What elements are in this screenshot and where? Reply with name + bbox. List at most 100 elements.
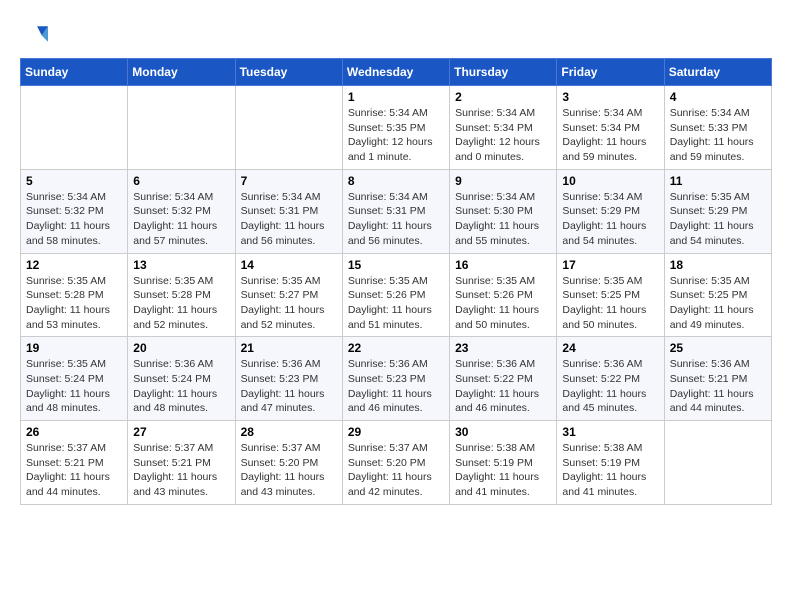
day-detail: Sunrise: 5:34 AM Sunset: 5:33 PM Dayligh… [670, 106, 766, 165]
day-number: 14 [241, 258, 337, 272]
calendar-cell [664, 421, 771, 505]
day-detail: Sunrise: 5:37 AM Sunset: 5:20 PM Dayligh… [241, 441, 337, 500]
calendar-cell: 22 Sunrise: 5:36 AM Sunset: 5:23 PM Dayli… [342, 337, 449, 421]
day-number: 28 [241, 425, 337, 439]
day-detail: Sunrise: 5:34 AM Sunset: 5:31 PM Dayligh… [241, 190, 337, 249]
calendar-cell: 21Sunrise: 5:36 AM Sunset: 5:23 PM Dayli… [235, 337, 342, 421]
day-number: 1 [348, 90, 444, 104]
day-number: 20 [133, 341, 229, 355]
day-number: 23 [455, 341, 551, 355]
day-number: 8 [348, 174, 444, 188]
day-detail: Sunrise: 5:34 AM Sunset: 5:31 PM Dayligh… [348, 190, 444, 249]
calendar-header-wednesday: Wednesday [342, 59, 449, 86]
day-number: 13 [133, 258, 229, 272]
day-number: 19 [26, 341, 122, 355]
day-number: 15 [348, 258, 444, 272]
calendar-header-thursday: Thursday [450, 59, 557, 86]
day-detail: Sunrise: 5:34 AM Sunset: 5:34 PM Dayligh… [562, 106, 658, 165]
calendar-cell: 25 Sunrise: 5:36 AM Sunset: 5:21 PM Dayli… [664, 337, 771, 421]
calendar-header-friday: Friday [557, 59, 664, 86]
day-number: 29 [348, 425, 444, 439]
day-detail: Sunrise: 5:36 AM Sunset: 5:21 PM Dayligh… [670, 357, 766, 416]
calendar-cell: 15Sunrise: 5:35 AM Sunset: 5:26 PM Dayli… [342, 253, 449, 337]
calendar-cell: 31 Sunrise: 5:38 AM Sunset: 5:19 PM Dayli… [557, 421, 664, 505]
calendar-cell: 1 Sunrise: 5:34 AM Sunset: 5:35 PM Daylig… [342, 86, 449, 170]
calendar-cell: 20 Sunrise: 5:36 AM Sunset: 5:24 PM Dayli… [128, 337, 235, 421]
day-detail: Sunrise: 5:38 AM Sunset: 5:19 PM Dayligh… [562, 441, 658, 500]
day-detail: Sunrise: 5:37 AM Sunset: 5:21 PM Dayligh… [133, 441, 229, 500]
day-detail: Sunrise: 5:35 AM Sunset: 5:26 PM Dayligh… [455, 274, 551, 333]
calendar-cell: 24 Sunrise: 5:36 AM Sunset: 5:22 PM Dayli… [557, 337, 664, 421]
calendar-week-row: 19Sunrise: 5:35 AM Sunset: 5:24 PM Dayli… [21, 337, 772, 421]
day-detail: Sunrise: 5:34 AM Sunset: 5:29 PM Dayligh… [562, 190, 658, 249]
day-detail: Sunrise: 5:36 AM Sunset: 5:23 PM Dayligh… [241, 357, 337, 416]
calendar-cell [21, 86, 128, 170]
day-number: 10 [562, 174, 658, 188]
calendar-cell: 10 Sunrise: 5:34 AM Sunset: 5:29 PM Dayli… [557, 169, 664, 253]
day-number: 27 [133, 425, 229, 439]
day-number: 16 [455, 258, 551, 272]
calendar-cell: 18 Sunrise: 5:35 AM Sunset: 5:25 PM Dayli… [664, 253, 771, 337]
day-detail: Sunrise: 5:38 AM Sunset: 5:19 PM Dayligh… [455, 441, 551, 500]
day-number: 3 [562, 90, 658, 104]
day-detail: Sunrise: 5:34 AM Sunset: 5:32 PM Dayligh… [133, 190, 229, 249]
calendar-cell: 29 Sunrise: 5:37 AM Sunset: 5:20 PM Dayli… [342, 421, 449, 505]
day-detail: Sunrise: 5:34 AM Sunset: 5:30 PM Dayligh… [455, 190, 551, 249]
day-detail: Sunrise: 5:34 AM Sunset: 5:32 PM Dayligh… [26, 190, 122, 249]
logo [20, 20, 54, 48]
day-number: 31 [562, 425, 658, 439]
day-number: 24 [562, 341, 658, 355]
day-detail: Sunrise: 5:35 AM Sunset: 5:25 PM Dayligh… [670, 274, 766, 333]
calendar-header-tuesday: Tuesday [235, 59, 342, 86]
calendar-cell: 3 Sunrise: 5:34 AM Sunset: 5:34 PM Daylig… [557, 86, 664, 170]
calendar-week-row: 1 Sunrise: 5:34 AM Sunset: 5:35 PM Daylig… [21, 86, 772, 170]
day-detail: Sunrise: 5:35 AM Sunset: 5:25 PM Dayligh… [562, 274, 658, 333]
calendar-week-row: 5Sunrise: 5:34 AM Sunset: 5:32 PM Daylig… [21, 169, 772, 253]
calendar-header-row: SundayMondayTuesdayWednesdayThursdayFrid… [21, 59, 772, 86]
logo-icon [20, 20, 48, 48]
calendar-cell: 17 Sunrise: 5:35 AM Sunset: 5:25 PM Dayli… [557, 253, 664, 337]
day-detail: Sunrise: 5:34 AM Sunset: 5:34 PM Dayligh… [455, 106, 551, 165]
calendar-cell: 14 Sunrise: 5:35 AM Sunset: 5:27 PM Dayli… [235, 253, 342, 337]
day-detail: Sunrise: 5:36 AM Sunset: 5:23 PM Dayligh… [348, 357, 444, 416]
calendar-cell: 30 Sunrise: 5:38 AM Sunset: 5:19 PM Dayli… [450, 421, 557, 505]
calendar-cell: 19Sunrise: 5:35 AM Sunset: 5:24 PM Dayli… [21, 337, 128, 421]
day-number: 9 [455, 174, 551, 188]
calendar-cell [235, 86, 342, 170]
calendar-cell: 7Sunrise: 5:34 AM Sunset: 5:31 PM Daylig… [235, 169, 342, 253]
day-number: 12 [26, 258, 122, 272]
calendar-week-row: 26Sunrise: 5:37 AM Sunset: 5:21 PM Dayli… [21, 421, 772, 505]
calendar-cell: 8 Sunrise: 5:34 AM Sunset: 5:31 PM Daylig… [342, 169, 449, 253]
day-detail: Sunrise: 5:35 AM Sunset: 5:29 PM Dayligh… [670, 190, 766, 249]
day-number: 6 [133, 174, 229, 188]
day-detail: Sunrise: 5:37 AM Sunset: 5:20 PM Dayligh… [348, 441, 444, 500]
day-detail: Sunrise: 5:36 AM Sunset: 5:22 PM Dayligh… [455, 357, 551, 416]
day-detail: Sunrise: 5:35 AM Sunset: 5:28 PM Dayligh… [26, 274, 122, 333]
day-number: 2 [455, 90, 551, 104]
calendar-cell: 6 Sunrise: 5:34 AM Sunset: 5:32 PM Daylig… [128, 169, 235, 253]
calendar-cell: 27 Sunrise: 5:37 AM Sunset: 5:21 PM Dayli… [128, 421, 235, 505]
calendar-cell: 4 Sunrise: 5:34 AM Sunset: 5:33 PM Daylig… [664, 86, 771, 170]
calendar-cell: 28 Sunrise: 5:37 AM Sunset: 5:20 PM Dayli… [235, 421, 342, 505]
calendar-header-saturday: Saturday [664, 59, 771, 86]
calendar-table: SundayMondayTuesdayWednesdayThursdayFrid… [20, 58, 772, 505]
day-detail: Sunrise: 5:36 AM Sunset: 5:24 PM Dayligh… [133, 357, 229, 416]
calendar-header-sunday: Sunday [21, 59, 128, 86]
day-number: 17 [562, 258, 658, 272]
calendar-cell: 16 Sunrise: 5:35 AM Sunset: 5:26 PM Dayli… [450, 253, 557, 337]
day-number: 30 [455, 425, 551, 439]
day-number: 18 [670, 258, 766, 272]
calendar-cell: 11Sunrise: 5:35 AM Sunset: 5:29 PM Dayli… [664, 169, 771, 253]
calendar-cell: 23 Sunrise: 5:36 AM Sunset: 5:22 PM Dayli… [450, 337, 557, 421]
day-number: 25 [670, 341, 766, 355]
day-detail: Sunrise: 5:36 AM Sunset: 5:22 PM Dayligh… [562, 357, 658, 416]
calendar-cell: 26Sunrise: 5:37 AM Sunset: 5:21 PM Dayli… [21, 421, 128, 505]
day-number: 22 [348, 341, 444, 355]
page-header [20, 20, 772, 48]
day-detail: Sunrise: 5:35 AM Sunset: 5:27 PM Dayligh… [241, 274, 337, 333]
calendar-cell: 2 Sunrise: 5:34 AM Sunset: 5:34 PM Daylig… [450, 86, 557, 170]
calendar-cell: 12 Sunrise: 5:35 AM Sunset: 5:28 PM Dayli… [21, 253, 128, 337]
day-number: 4 [670, 90, 766, 104]
calendar-week-row: 12 Sunrise: 5:35 AM Sunset: 5:28 PM Dayli… [21, 253, 772, 337]
day-detail: Sunrise: 5:34 AM Sunset: 5:35 PM Dayligh… [348, 106, 444, 165]
